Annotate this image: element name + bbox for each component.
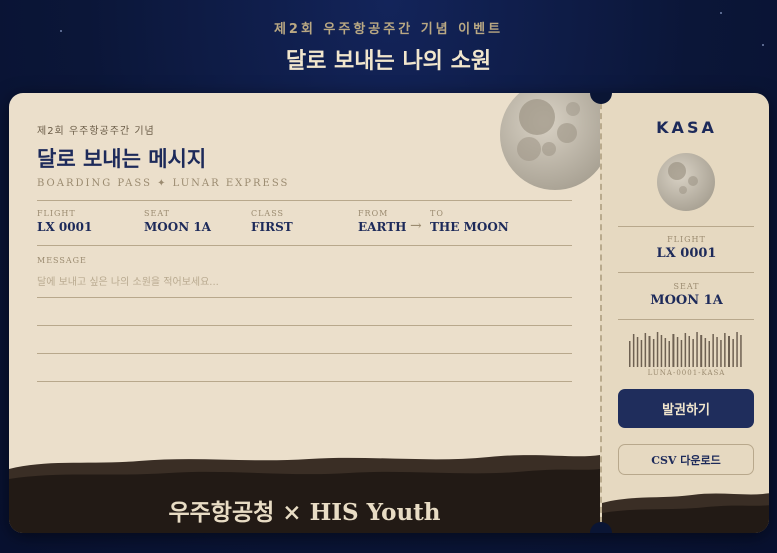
header-title: 달로 보내는 나의 소원 [285, 49, 492, 74]
stub-ground [602, 493, 769, 533]
footer-partners: 우주항공청 × HIS Youth [168, 499, 441, 526]
boarding-ticket: 제2회 우주항공주간 기념 달로 보내는 메시지 BOARDING PASS ✦… [9, 93, 769, 533]
lunar-ground [9, 455, 600, 533]
ticket-stub: KASA FLIGHT LX 0001 SEAT MOON 1A LUNA-00… [600, 93, 769, 533]
ticket-main: 제2회 우주항공주간 기념 달로 보내는 메시지 BOARDING PASS ✦… [9, 93, 610, 533]
header-subtitle: 제2회 우주항공주간 기념 이벤트 [273, 22, 504, 37]
star [720, 12, 722, 14]
